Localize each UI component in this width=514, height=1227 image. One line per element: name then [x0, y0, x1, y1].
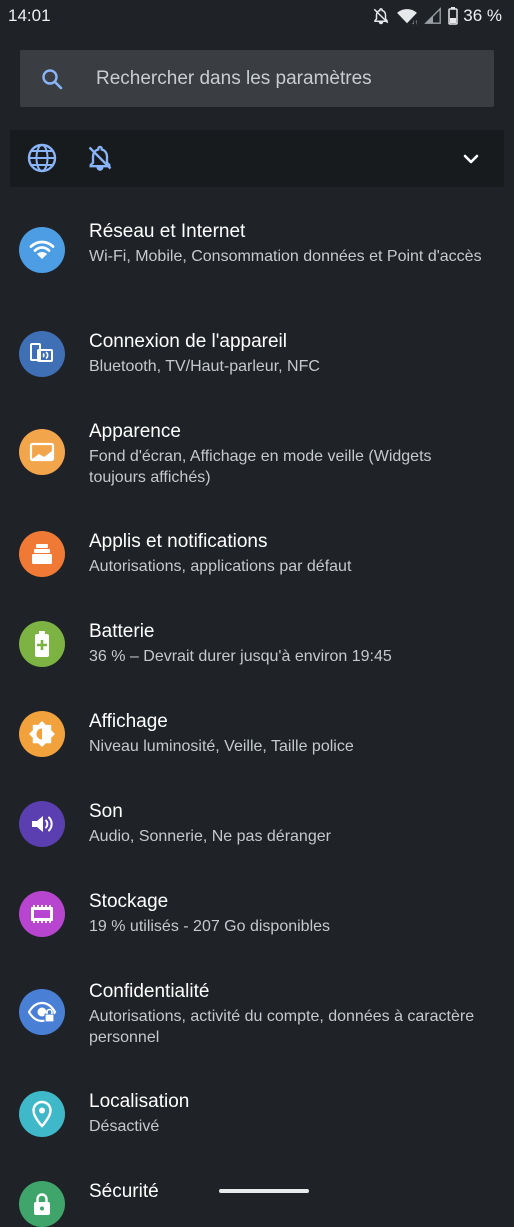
privacy-icon — [19, 989, 65, 1035]
chevron-down-icon[interactable] — [462, 150, 480, 173]
setting-title: Batterie — [89, 621, 155, 642]
setting-subtitle: Autorisations, applications par défaut — [89, 558, 352, 575]
search-placeholder: Rechercher dans les paramètres — [96, 68, 372, 89]
setting-title: Réseau et Internet — [89, 221, 246, 242]
volume-icon — [19, 801, 65, 847]
globe-icon[interactable] — [26, 142, 58, 179]
setting-title: Localisation — [89, 1091, 190, 1112]
device-connection-icon — [19, 331, 65, 377]
setting-privacy[interactable]: Confidentialité Autorisations, activité … — [0, 978, 514, 1068]
apps-icon — [19, 531, 65, 577]
setting-title: Apparence — [89, 421, 181, 442]
setting-subtitle: Wi-Fi, Mobile, Consommation données et P… — [89, 248, 482, 265]
setting-title: Stockage — [89, 891, 169, 912]
lock-icon — [19, 1181, 65, 1227]
setting-subtitle: 19 % utilisés - 207 Go disponibles — [89, 918, 331, 935]
setting-subtitle: Fond d'écran, Affichage en mode veille (… — [89, 448, 432, 486]
status-time: 14:01 — [8, 6, 51, 25]
signal-icon — [424, 7, 442, 25]
search-icon — [40, 67, 64, 96]
setting-title: Affichage — [89, 711, 168, 732]
setting-network[interactable]: Réseau et Internet Wi-Fi, Mobile, Consom… — [0, 218, 514, 308]
setting-display[interactable]: Affichage Niveau luminosité, Veille, Tai… — [0, 708, 514, 778]
status-icons: ↓↑ 36 % — [366, 5, 502, 27]
setting-security[interactable]: Sécurité — [0, 1178, 514, 1227]
svg-text:↓↑: ↓↑ — [412, 19, 418, 25]
dnd-off-icon[interactable] — [86, 144, 114, 177]
setting-subtitle: Désactivé — [89, 1118, 160, 1135]
setting-title: Son — [89, 801, 123, 822]
battery-icon — [19, 621, 65, 667]
setting-appearance[interactable]: Apparence Fond d'écran, Affichage en mod… — [0, 418, 514, 508]
storage-icon — [19, 891, 65, 937]
dnd-off-icon — [372, 7, 390, 25]
status-bar: 14:01 ↓↑ 36 % — [0, 0, 514, 34]
setting-subtitle: Bluetooth, TV/Haut-parleur, NFC — [89, 358, 320, 375]
setting-title: Applis et notifications — [89, 531, 268, 552]
battery-icon — [448, 7, 458, 25]
wallpaper-icon — [19, 429, 65, 475]
setting-subtitle: Audio, Sonnerie, Ne pas déranger — [89, 828, 331, 845]
setting-title: Confidentialité — [89, 981, 210, 1002]
setting-storage[interactable]: Stockage 19 % utilisés - 207 Go disponib… — [0, 888, 514, 958]
setting-subtitle: Niveau luminosité, Veille, Taille police — [89, 738, 354, 755]
location-icon — [19, 1091, 65, 1137]
setting-location[interactable]: Localisation Désactivé — [0, 1088, 514, 1158]
wifi-icon — [19, 227, 65, 273]
battery-percent: 36 % — [463, 6, 502, 25]
suggestion-bar — [10, 130, 504, 187]
search-bar[interactable]: Rechercher dans les paramètres — [20, 50, 494, 107]
setting-subtitle: Autorisations, activité du compte, donné… — [89, 1008, 475, 1046]
navigation-handle[interactable] — [219, 1189, 309, 1193]
brightness-icon — [19, 711, 65, 757]
wifi-icon: ↓↑ — [396, 7, 418, 25]
setting-apps[interactable]: Applis et notifications Autorisations, a… — [0, 528, 514, 598]
setting-battery[interactable]: Batterie 36 % – Devrait durer jusqu'à en… — [0, 618, 514, 688]
setting-subtitle: 36 % – Devrait durer jusqu'à environ 19:… — [89, 648, 392, 665]
setting-title: Connexion de l'appareil — [89, 331, 287, 352]
setting-device-connection[interactable]: Connexion de l'appareil Bluetooth, TV/Ha… — [0, 328, 514, 398]
setting-sound[interactable]: Son Audio, Sonnerie, Ne pas déranger — [0, 798, 514, 868]
